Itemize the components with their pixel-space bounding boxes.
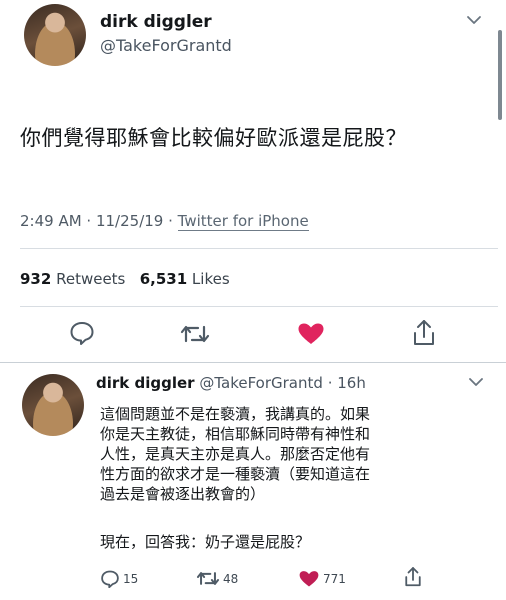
- divider: [20, 306, 498, 307]
- engagement-stats: 932 Retweets 6,531 Likes: [20, 270, 230, 288]
- reply-dot: ·: [322, 374, 338, 392]
- comment-icon[interactable]: [69, 321, 95, 345]
- reply-header: dirk diggler @TakeForGrantd · 16h: [96, 374, 366, 392]
- meta-separator: ·: [81, 212, 96, 230]
- tweet-source-link[interactable]: Twitter for iPhone: [177, 212, 309, 231]
- reply-like-count: 771: [323, 572, 346, 586]
- tweet-date: 11/25/19: [95, 212, 164, 230]
- reply-line: 性方面的欲求才是一種褻瀆（要知道這在: [100, 465, 371, 483]
- reply-author-handle[interactable]: @TakeForGrantd: [199, 374, 323, 392]
- likes-count[interactable]: 6,531: [140, 270, 187, 288]
- reply-question: 現在，回答我：奶子還是屁股？: [100, 533, 311, 551]
- retweets-count[interactable]: 932: [20, 270, 51, 288]
- share-icon[interactable]: [412, 319, 436, 347]
- reply-retweet-button[interactable]: 48: [196, 570, 238, 587]
- reply-text: 這個問題並不是在褻瀆，我講真的。如果 你是天主教徒，相信耶穌同時帶有神性和 人性…: [100, 404, 430, 504]
- retweets-label[interactable]: Retweets: [56, 270, 125, 288]
- reply-age[interactable]: 16h: [337, 374, 366, 392]
- retweet-icon[interactable]: [180, 323, 210, 345]
- divider: [0, 362, 506, 363]
- heart-icon: [298, 570, 320, 588]
- reply-comment-button[interactable]: 15: [100, 570, 138, 588]
- reply-avatar[interactable]: [22, 374, 84, 436]
- reply-line: 人性，是真天主亦是真人。那麼否定他有: [100, 445, 371, 463]
- reply-line: 過去是會被逐出教會的）: [100, 485, 266, 503]
- reply-author-name[interactable]: dirk diggler: [96, 374, 195, 392]
- reply-comment-count: 15: [123, 572, 139, 586]
- retweet-icon: [196, 570, 220, 587]
- tweet-time: 2:49 AM: [20, 212, 82, 230]
- comment-icon: [100, 570, 120, 588]
- tweet-meta: 2:49 AM · 11/25/19 · Twitter for iPhone: [20, 212, 309, 231]
- reply-line: 你是天主教徒，相信耶穌同時帶有神性和: [100, 425, 371, 443]
- heart-icon[interactable]: [297, 322, 325, 346]
- chevron-down-icon[interactable]: [466, 14, 482, 26]
- tweet-text: 你們覺得耶穌會比較偏好歐派還是屁股？: [20, 126, 407, 150]
- share-icon[interactable]: [404, 566, 422, 588]
- likes-label[interactable]: Likes: [192, 270, 230, 288]
- reply-retweet-count: 48: [223, 571, 239, 586]
- divider: [20, 248, 498, 249]
- reply-like-button[interactable]: 771: [298, 570, 346, 588]
- reply-chevron-down-icon[interactable]: [468, 376, 484, 388]
- scrollbar[interactable]: [498, 30, 502, 120]
- author-name[interactable]: dirk diggler: [100, 12, 212, 32]
- avatar[interactable]: [24, 4, 86, 66]
- meta-separator: ·: [163, 212, 178, 230]
- author-handle[interactable]: @TakeForGrantd: [100, 36, 232, 55]
- reply-line: 這個問題並不是在褻瀆，我講真的。如果: [100, 405, 371, 423]
